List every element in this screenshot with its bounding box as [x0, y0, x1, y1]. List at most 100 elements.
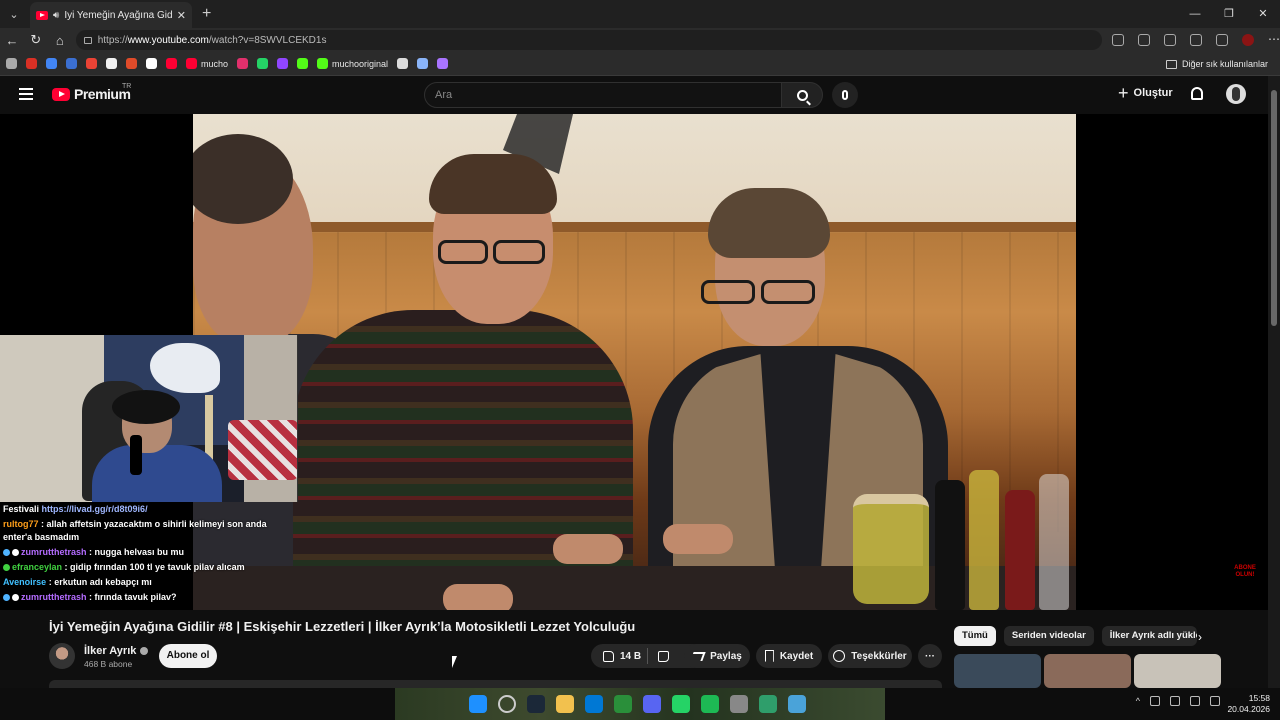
bookmark-item[interactable]: [397, 58, 409, 69]
related-video-thumbnail[interactable]: [1044, 654, 1131, 688]
video-frame[interactable]: [193, 114, 1076, 610]
chat-link[interactable]: https://livad.gg/r/d8t09i6/: [42, 504, 148, 514]
new-tab-button[interactable]: +: [202, 5, 211, 23]
url-field[interactable]: https://www.youtube.com/watch?v=8SWVLCEK…: [75, 30, 1102, 50]
channel-avatar[interactable]: [49, 643, 75, 669]
bookmark-item[interactable]: muchooriginal: [317, 58, 388, 69]
create-button[interactable]: + Oluştur: [1118, 84, 1173, 102]
bookmark-item[interactable]: [297, 58, 309, 69]
bookmark-favicon-icon: [126, 58, 137, 69]
home-icon[interactable]: ⌂: [48, 33, 72, 48]
more-actions-button[interactable]: ···: [918, 644, 942, 668]
taskbar-app-icon[interactable]: [643, 695, 661, 713]
chat-text: : nugga helvası bu mu: [89, 547, 185, 557]
notifications-bell-icon[interactable]: [1191, 87, 1203, 100]
bookmark-item[interactable]: [66, 58, 77, 69]
restore-button[interactable]: ❐: [1212, 0, 1246, 28]
share-button[interactable]: Paylaş: [684, 644, 750, 668]
like-button[interactable]: 14 B: [597, 650, 647, 662]
onedrive-icon[interactable]: [1150, 696, 1160, 706]
browser-menu-icon[interactable]: ⋯: [1268, 33, 1280, 46]
chat-badge-icon: [12, 549, 19, 557]
taskbar-clock[interactable]: 15:58 20.04.2026: [1227, 693, 1270, 715]
taskbar-app-icon[interactable]: [701, 695, 719, 713]
youtube-favicon-icon: [36, 10, 48, 20]
collections-icon[interactable]: [1189, 34, 1202, 46]
related-video-thumbnail[interactable]: [954, 654, 1041, 688]
back-arrow-icon[interactable]: ←: [0, 33, 24, 48]
extension-puzzle-icon[interactable]: [1163, 34, 1176, 46]
bookmark-item[interactable]: [277, 58, 289, 69]
hamburger-menu-icon[interactable]: [19, 88, 33, 100]
glasses2-left-lens: [701, 280, 755, 304]
bookmark-item[interactable]: [257, 58, 269, 69]
filter-chip[interactable]: Seriden videolar: [1003, 626, 1094, 646]
extensions-icon[interactable]: [1111, 34, 1124, 46]
speaker-icon[interactable]: 🔊︎: [53, 10, 59, 21]
bookmark-item[interactable]: [26, 58, 37, 69]
windows-taskbar: ^ 15:58 20.04.2026: [0, 688, 1280, 720]
minimize-button[interactable]: —: [1178, 0, 1212, 28]
network-icon[interactable]: [1190, 696, 1200, 706]
other-bookmarks-folder[interactable]: Diğer sık kullanılanlar: [1165, 52, 1268, 76]
chat-username: Festivali: [3, 504, 40, 514]
description-box[interactable]: [49, 680, 942, 688]
bookmark-item[interactable]: [46, 58, 57, 69]
browser-tab-active[interactable]: 🔊︎ İyi Yemeğin Ayağına Gidilir #8 ✕: [30, 2, 192, 28]
search-input[interactable]: Ara: [424, 82, 782, 108]
microphone-icon: [842, 90, 848, 100]
dislike-button[interactable]: [648, 650, 679, 662]
like-count: 14 B: [620, 650, 642, 662]
filter-chip[interactable]: Tümü: [954, 626, 996, 646]
taskbar-app-icon[interactable]: [614, 695, 632, 713]
bookmark-item[interactable]: [106, 58, 117, 69]
subscribe-button[interactable]: Abone ol: [159, 644, 217, 668]
chat-message: Avenoirse : erkutun adı kebapçı mı: [3, 576, 298, 589]
chat-badge-icon: [3, 594, 10, 602]
bookmark-item[interactable]: mucho: [186, 58, 228, 69]
channel-name[interactable]: İlker Ayrık: [84, 645, 149, 657]
bookmark-favicon-icon: [26, 58, 37, 69]
bookmark-item[interactable]: [166, 58, 177, 69]
chips-next-arrow-icon[interactable]: ›: [1198, 630, 1202, 644]
favorites-list-icon[interactable]: [1215, 34, 1228, 46]
tab-close-icon[interactable]: ✕: [177, 9, 186, 22]
bookmark-item[interactable]: [437, 58, 449, 69]
volume-icon[interactable]: [1210, 696, 1220, 706]
filter-chip[interactable]: İlker Ayrık adlı yükleyi: [1101, 626, 1197, 646]
taskbar-app-icon[interactable]: [672, 695, 690, 713]
search-button[interactable]: [781, 82, 823, 108]
youtube-premium-logo[interactable]: Premium TR: [52, 83, 131, 102]
save-button[interactable]: Kaydet: [756, 644, 822, 668]
bookmark-item[interactable]: [237, 58, 249, 69]
page-scrollbar[interactable]: [1268, 76, 1280, 688]
favorites-star-icon[interactable]: [1137, 34, 1150, 46]
bookmark-item[interactable]: [126, 58, 137, 69]
thanks-button[interactable]: Teşekkürler: [828, 644, 912, 668]
bookmark-item[interactable]: [86, 58, 97, 69]
taskbar-app-icon[interactable]: [788, 695, 806, 713]
account-avatar[interactable]: [1226, 84, 1246, 104]
bookmark-item[interactable]: [6, 58, 17, 69]
bookmark-item[interactable]: [417, 58, 429, 69]
subscribe-watermark[interactable]: ABONE OLUN!: [1230, 565, 1260, 579]
taskbar-app-icon[interactable]: [759, 695, 777, 713]
taskbar-app-icon[interactable]: [556, 695, 574, 713]
mic-tray-icon[interactable]: [1170, 696, 1180, 706]
chat-badge-icon: [3, 549, 10, 557]
windows-start-icon[interactable]: [469, 695, 487, 713]
taskbar-app-icon[interactable]: [527, 695, 545, 713]
taskbar-search-icon[interactable]: [498, 695, 516, 713]
lock-icon[interactable]: [83, 36, 92, 44]
taskbar-app-icon[interactable]: [585, 695, 603, 713]
profile-avatar-icon[interactable]: [1241, 34, 1254, 46]
voice-search-button[interactable]: [832, 82, 858, 108]
refresh-icon[interactable]: ↻: [24, 32, 48, 48]
tray-overflow-icon[interactable]: ^: [1136, 696, 1140, 706]
related-video-thumbnail[interactable]: [1134, 654, 1221, 688]
scrollbar-thumb[interactable]: [1271, 90, 1277, 326]
bookmark-item[interactable]: [146, 58, 157, 69]
close-window-button[interactable]: ✕: [1246, 0, 1280, 28]
taskbar-app-icon[interactable]: [730, 695, 748, 713]
tab-actions-menu[interactable]: ⌄: [3, 3, 25, 25]
